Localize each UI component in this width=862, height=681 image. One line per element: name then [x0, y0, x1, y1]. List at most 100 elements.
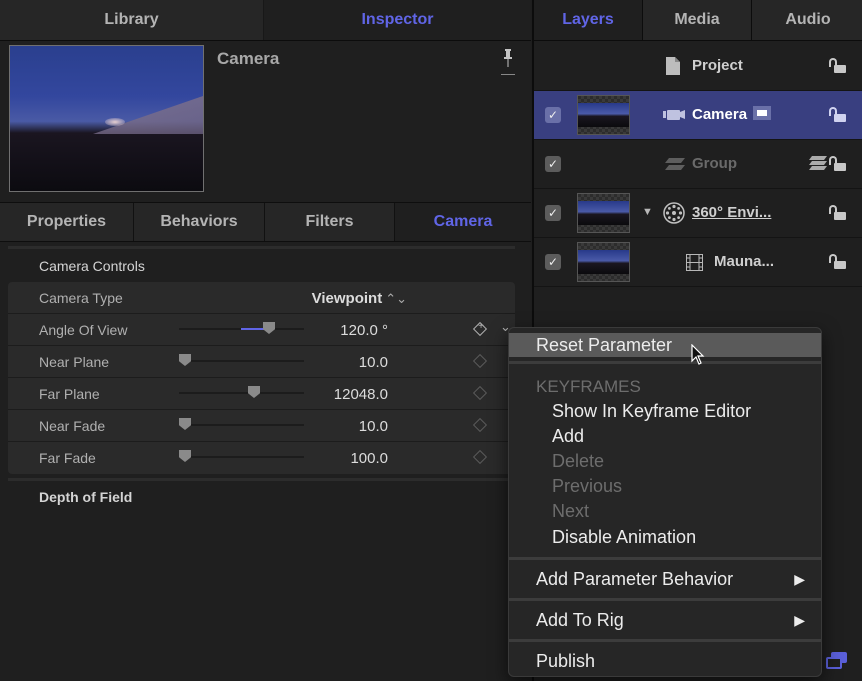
- param-label: Angle Of View: [39, 322, 128, 338]
- layer-name: 360° Envi...: [692, 204, 772, 221]
- menu-item-next: Next: [552, 501, 590, 521]
- menu-separator: [509, 557, 821, 560]
- active-camera-badge: [753, 106, 772, 121]
- slider-knob[interactable]: [248, 386, 260, 398]
- near-plane-slider[interactable]: [179, 354, 304, 366]
- layers-stack-icon[interactable]: [809, 156, 827, 175]
- parameter-context-menu: Reset Parameter KEYFRAMES Show In Keyfra…: [508, 327, 822, 677]
- lock-icon[interactable]: [829, 107, 847, 123]
- keyframe-icon[interactable]: [472, 385, 488, 401]
- tab-inspector[interactable]: Inspector: [264, 0, 531, 40]
- submenu-arrow-icon: ▶: [794, 571, 805, 587]
- windows-icon[interactable]: [826, 652, 848, 670]
- menu-separator: [509, 598, 821, 601]
- section-depth-of-field[interactable]: Depth of Field: [39, 489, 132, 505]
- layer-visibility-checkbox[interactable]: ✓: [545, 205, 561, 221]
- tab-camera[interactable]: Camera: [395, 203, 531, 241]
- mouse-pointer-icon: [691, 343, 705, 366]
- param-label: Near Fade: [39, 418, 106, 434]
- group-layers-icon: [665, 157, 685, 175]
- slider-knob[interactable]: [263, 322, 275, 334]
- tab-audio[interactable]: Audio: [752, 0, 862, 40]
- menu-item-previous: Previous: [552, 476, 623, 496]
- menu-item-delete: Delete: [552, 451, 605, 471]
- lock-icon[interactable]: [829, 156, 847, 172]
- menu-item-publish[interactable]: Publish: [509, 649, 821, 674]
- menu-item-label: Add Parameter Behavior: [536, 569, 734, 589]
- inspector-sub-tabs: Properties Behaviors Filters Camera: [0, 202, 531, 242]
- layer-visibility-checkbox[interactable]: ✓: [545, 107, 561, 123]
- menu-separator: [509, 639, 821, 642]
- video-camera-icon: [663, 107, 685, 125]
- menu-item-show-in-keyframe-editor[interactable]: Show In Keyframe Editor: [509, 399, 821, 424]
- section-divider: [8, 246, 515, 249]
- near-fade-slider[interactable]: [179, 418, 304, 430]
- param-near-fade: Near Fade 10.0: [8, 410, 515, 442]
- camera-type-value: Viewpoint: [311, 290, 383, 307]
- camera-type-popup[interactable]: Viewpoint ⌃⌄: [312, 290, 407, 307]
- keyframe-icon[interactable]: [472, 353, 488, 369]
- tab-library[interactable]: Library: [0, 0, 264, 40]
- layer-thumbnail: [577, 193, 630, 233]
- tab-layers[interactable]: Layers: [534, 0, 643, 40]
- right-tab-bar: Layers Media Audio: [534, 0, 862, 41]
- param-label: Camera Type: [39, 290, 123, 306]
- menu-item-disable-animation[interactable]: Disable Animation: [509, 525, 821, 550]
- menu-item-add[interactable]: Add: [509, 424, 821, 449]
- 360-environment-icon: [663, 202, 685, 228]
- tab-behaviors[interactable]: Behaviors: [134, 203, 265, 241]
- lock-icon[interactable]: [829, 205, 847, 221]
- lock-icon[interactable]: [829, 58, 847, 74]
- param-far-plane: Far Plane 12048.0: [8, 378, 515, 410]
- pin-icon[interactable]: [499, 49, 517, 75]
- slider-knob[interactable]: [179, 418, 191, 430]
- menu-item-reset-parameter[interactable]: Reset Parameter: [509, 333, 821, 357]
- keyframe-icon[interactable]: [472, 417, 488, 433]
- far-fade-value[interactable]: 100.0: [350, 450, 388, 467]
- film-strip-icon: [686, 254, 703, 275]
- tab-properties[interactable]: Properties: [0, 203, 134, 241]
- layer-name: Project: [692, 57, 743, 74]
- layer-row-project[interactable]: Project: [534, 42, 862, 91]
- layer-row-360-environment[interactable]: ✓ ▼ 360° Envi...: [534, 189, 862, 238]
- inspector-panel: Library Inspector Camera Properties Beha…: [0, 0, 531, 681]
- menu-item-add-to-rig[interactable]: Add To Rig ▶: [509, 608, 821, 633]
- param-label: Near Plane: [39, 354, 110, 370]
- far-plane-slider[interactable]: [179, 386, 304, 398]
- far-plane-value[interactable]: 12048.0: [334, 386, 388, 403]
- param-camera-type: Camera Type Viewpoint ⌃⌄: [8, 282, 515, 314]
- layer-row-group[interactable]: ✓ Group: [534, 140, 862, 189]
- near-plane-value[interactable]: 10.0: [359, 354, 388, 371]
- layer-name: Camera: [692, 106, 772, 123]
- menu-separator: [509, 361, 821, 364]
- disclosure-triangle-icon[interactable]: ▼: [642, 206, 653, 218]
- param-label: Far Plane: [39, 386, 100, 402]
- angle-of-view-slider[interactable]: [179, 322, 304, 334]
- param-label: Far Fade: [39, 450, 96, 466]
- slider-knob[interactable]: [179, 354, 191, 366]
- section-camera-controls[interactable]: Camera Controls: [39, 258, 145, 274]
- menu-item-add-parameter-behavior[interactable]: Add Parameter Behavior ▶: [509, 567, 821, 592]
- param-near-plane: Near Plane 10.0: [8, 346, 515, 378]
- submenu-arrow-icon: ▶: [794, 612, 805, 628]
- layer-name: Mauna...: [714, 253, 775, 270]
- add-keyframe-icon[interactable]: [472, 321, 488, 337]
- param-far-fade: Far Fade 100.0: [8, 442, 515, 474]
- far-fade-slider[interactable]: [179, 450, 304, 462]
- tab-media[interactable]: Media: [643, 0, 752, 40]
- layer-name: Group: [692, 155, 737, 172]
- lock-icon[interactable]: [829, 254, 847, 270]
- keyframe-icon[interactable]: [472, 449, 488, 465]
- slider-knob[interactable]: [179, 450, 191, 462]
- left-tab-bar: Library Inspector: [0, 0, 531, 41]
- section-divider: [8, 478, 515, 481]
- layer-visibility-checkbox[interactable]: ✓: [545, 156, 561, 172]
- layer-visibility-checkbox[interactable]: ✓: [545, 254, 561, 270]
- near-fade-value[interactable]: 10.0: [359, 418, 388, 435]
- layer-row-mauna[interactable]: ✓ Mauna...: [534, 238, 862, 287]
- menu-header-keyframes: KEYFRAMES: [536, 377, 641, 396]
- tab-filters[interactable]: Filters: [265, 203, 395, 241]
- layer-row-camera[interactable]: ✓ Camera: [534, 91, 862, 140]
- angle-of-view-value[interactable]: 120.0 °: [340, 322, 388, 339]
- up-down-chevron-icon: ⌃⌄: [385, 291, 407, 306]
